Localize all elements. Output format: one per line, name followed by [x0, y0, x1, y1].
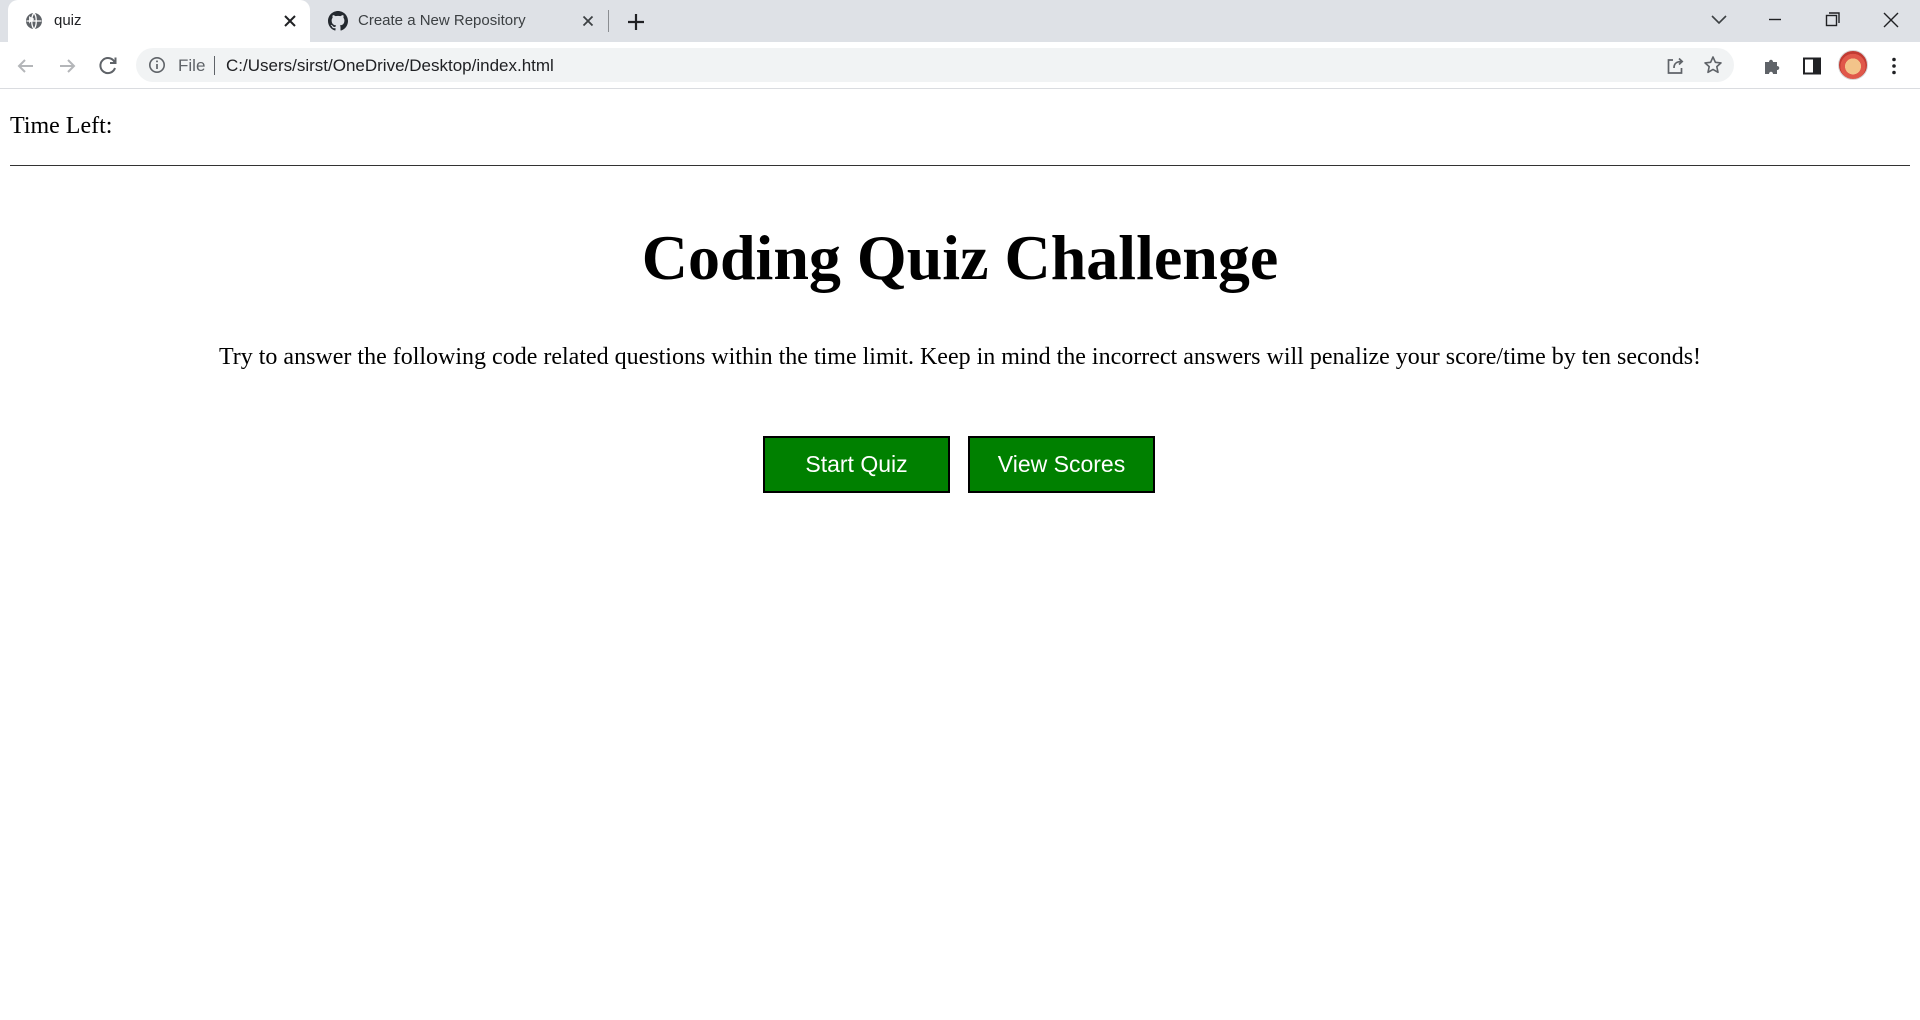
browser-toolbar: File C:/Users/sirst/OneDrive/Desktop/ind… — [0, 42, 1920, 89]
share-icon[interactable] — [1664, 55, 1686, 77]
tab-create-repository[interactable]: Create a New Repository — [312, 0, 608, 42]
tab-strip: quiz Create a New Repository — [0, 0, 1920, 42]
extensions-puzzle-icon[interactable] — [1758, 52, 1786, 80]
timer-label: Time Left: — [10, 113, 113, 139]
close-tab-icon[interactable] — [280, 11, 300, 31]
side-panel-icon[interactable] — [1798, 52, 1826, 80]
profile-avatar[interactable] — [1838, 50, 1868, 80]
header-divider — [10, 165, 1910, 166]
address-bar[interactable]: File C:/Users/sirst/OneDrive/Desktop/ind… — [136, 48, 1734, 82]
address-divider — [214, 56, 215, 75]
page-content: Time Left: Coding Quiz Challenge Try to … — [0, 89, 1920, 1020]
github-icon — [328, 11, 348, 31]
scheme-label: File — [178, 56, 206, 75]
minimize-icon[interactable] — [1752, 4, 1798, 36]
tab-divider — [608, 10, 609, 32]
intro-text: Try to answer the following code related… — [218, 344, 1702, 370]
tab-title: quiz — [54, 12, 82, 29]
restore-icon[interactable] — [1809, 4, 1855, 36]
url-text[interactable]: C:/Users/sirst/OneDrive/Desktop/index.ht… — [226, 56, 554, 76]
tab-title: Create a New Repository — [358, 12, 526, 29]
tab-quiz[interactable]: quiz — [8, 0, 310, 42]
globe-icon — [24, 11, 44, 31]
info-icon[interactable] — [148, 56, 166, 74]
reload-icon[interactable] — [94, 52, 122, 80]
start-quiz-button[interactable]: Start Quiz — [763, 436, 950, 493]
page-title: Coding Quiz Challenge — [641, 222, 1279, 293]
close-tab-icon[interactable] — [578, 11, 598, 31]
new-tab-icon[interactable] — [622, 9, 650, 35]
tab-search-chevron-icon[interactable] — [1696, 4, 1742, 36]
bookmark-star-icon[interactable] — [1702, 54, 1724, 76]
close-window-icon[interactable] — [1868, 4, 1914, 36]
view-scores-button[interactable]: View Scores — [968, 436, 1155, 493]
more-menu-icon[interactable] — [1880, 52, 1908, 80]
forward-arrow-icon[interactable] — [53, 52, 81, 80]
back-arrow-icon[interactable] — [12, 52, 40, 80]
